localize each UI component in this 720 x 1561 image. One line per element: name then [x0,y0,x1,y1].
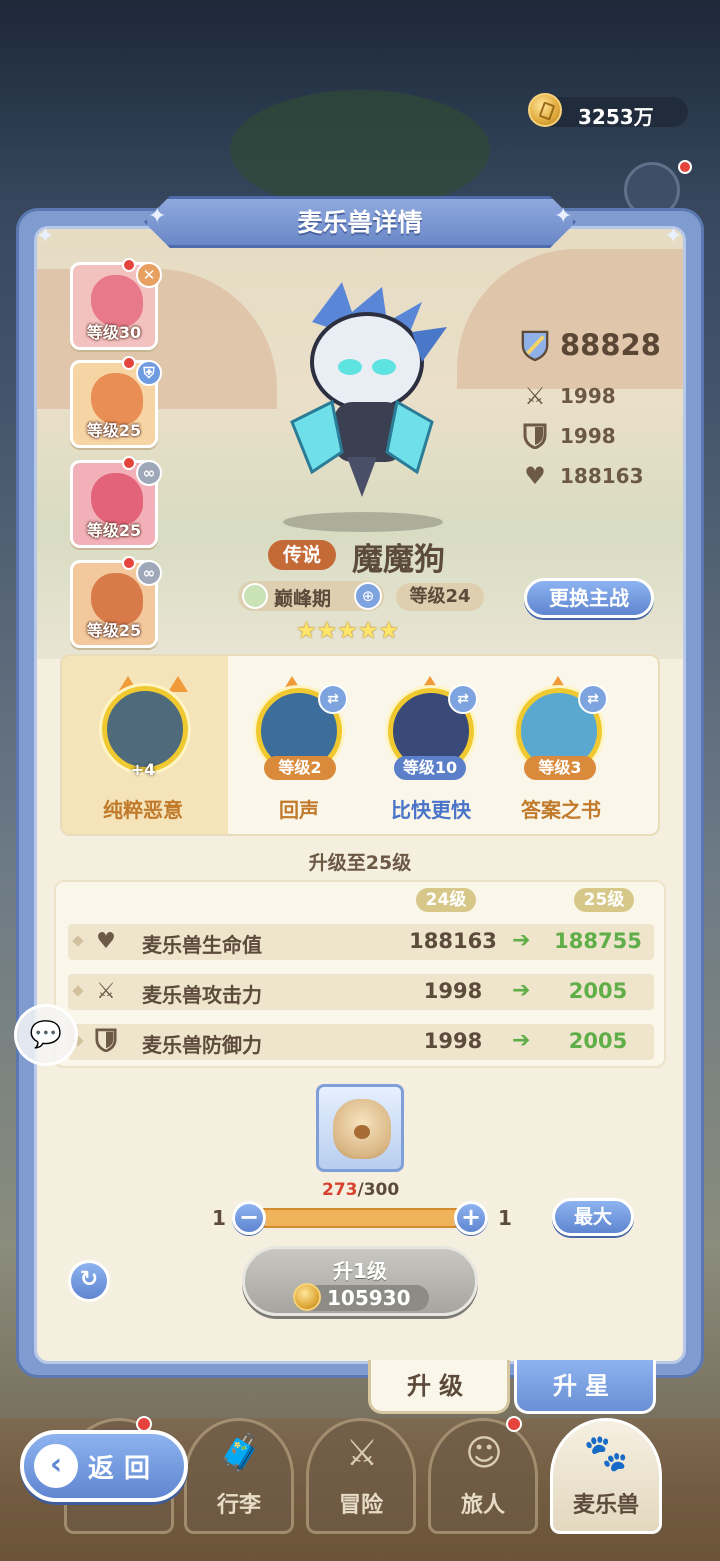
notification-dot [122,258,136,272]
attr-row-defense: 麦乐兽防御力 1998 ➔ 2005 [68,1024,654,1060]
skill-level: +4 [130,760,156,779]
pet-level: 等级30 [86,323,142,342]
monster-portrait [290,282,447,497]
hp-stat: ♥ 188163 [520,461,644,491]
magnifier-icon[interactable]: ⊕ [354,582,382,610]
hp-value: 188163 [560,464,644,488]
quantity-slider[interactable] [246,1208,470,1228]
level-up-cost: 105930 [293,1283,429,1311]
currency-amount: 3253万 [578,105,654,129]
corner-star-icon: ✦ [554,204,573,229]
corner-star-icon: ✦ [36,224,55,249]
pet-level: 等级25 [86,621,142,640]
heart-icon: ♥ [96,929,116,954]
upgrade-title: 升级至25级 [308,852,412,874]
max-button[interactable]: 最大 [552,1198,634,1236]
attr-row-hp: ♥ 麦乐兽生命值 188163 ➔ 188755 [68,924,654,960]
shield-icon: ⛨ [136,360,162,386]
notification-dot [506,1416,522,1432]
shield-sword-icon [520,330,550,362]
swords-icon: ⚔ [96,979,116,1004]
skill-name: 回声 [279,798,319,822]
slider-max: 1 [498,1206,512,1230]
skill-name: 答案之书 [521,798,601,822]
pet-level: 等级25 [86,521,142,540]
coin-icon [293,1283,321,1311]
notification-dot [678,160,692,174]
rarity-badge: 传说 [268,540,336,570]
skill-level: 等级2 [264,756,336,780]
skill-level: 等级10 [394,756,466,780]
star-rating: ★★★★★ [296,618,400,644]
person-icon: ☺ [465,1433,503,1474]
nav-item-pets[interactable]: 🐾 麦乐兽 [550,1418,662,1534]
coin-icon [528,93,562,127]
currency-display: 3253万 [528,93,688,129]
nav-item-traveler[interactable]: ☺ 旅人 [428,1418,538,1534]
pet-name: 魔魔狗 [352,542,445,578]
food-bag-icon [333,1099,391,1159]
monster-shadow [283,512,443,532]
item-count: 273/300 [322,1180,400,1200]
notification-dot [122,456,136,470]
back-button[interactable]: ‹ 返回 [20,1430,188,1502]
nav-item-luggage[interactable]: 🧳 行李 [184,1418,294,1534]
plus-button[interactable]: + [454,1201,488,1235]
skill-name: 纯粹恶意 [103,798,183,822]
defense-stat: 1998 [520,421,616,451]
notification-dot [122,556,136,570]
close-icon: ✕ [136,262,162,288]
link-icon: ∞ [136,460,162,486]
level-up-button[interactable]: 升1级 105930 [242,1246,478,1316]
pet-level-pill: 等级24 [396,583,484,611]
arrow-right-icon: ➔ [512,1028,531,1053]
stage-pill: 巅峰期 ⊕ [238,581,384,611]
swap-icon[interactable]: ⇄ [578,684,608,714]
defense-value: 1998 [560,424,616,448]
next-level-header: 25级 [574,888,634,912]
attack-stat: ⚔ 1998 [520,381,616,411]
attr-row-attack: ⚔ 麦乐兽攻击力 1998 ➔ 2005 [68,974,654,1010]
shield-icon [520,421,550,451]
notification-dot [122,356,136,370]
arrow-right-icon: ➔ [512,978,531,1003]
tab-upgrade[interactable]: 升级 [368,1360,510,1414]
reset-icon[interactable]: ↻ [68,1260,110,1302]
corner-star-icon: ✦ [664,224,683,249]
slider-min: 1 [212,1206,226,1230]
ear-icon [168,676,188,692]
panel-title: 麦乐兽详情 [297,208,423,237]
cat-icon: 🐾 [583,1433,629,1474]
level-up-label: 升1级 [333,1259,387,1283]
stage-label: 巅峰期 [274,588,332,610]
heart-icon: ♥ [524,462,546,490]
minus-button[interactable]: − [232,1201,266,1235]
switch-main-button[interactable]: 更换主战 [524,578,654,618]
swap-icon[interactable]: ⇄ [318,684,348,714]
back-arrow-icon: ‹ [34,1444,78,1488]
nav-item-adventure[interactable]: ⚔ 冒险 [306,1418,416,1534]
luggage-icon: 🧳 [217,1433,263,1474]
swords-icon: ⚔ [524,382,546,410]
tab-star-up[interactable]: 升星 [514,1360,656,1414]
shield-icon [92,1028,120,1056]
swap-icon[interactable]: ⇄ [448,684,478,714]
chat-icon[interactable]: 💬 [14,1004,78,1066]
power-stat: 88828 [520,328,661,362]
corner-star-icon: ✦ [148,204,167,229]
attack-value: 1998 [560,384,616,408]
skill-name: 比快更快 [391,798,471,822]
swords-icon: ⚔ [345,1433,379,1474]
flower-icon [242,583,268,609]
current-level-header: 24级 [416,888,476,912]
background-foliage [230,90,490,210]
pet-level: 等级25 [86,421,142,440]
skill-level: 等级3 [524,756,596,780]
link-icon: ∞ [136,560,162,586]
material-item[interactable] [316,1084,404,1172]
power-value: 88828 [560,328,661,362]
arrow-right-icon: ➔ [512,928,531,953]
